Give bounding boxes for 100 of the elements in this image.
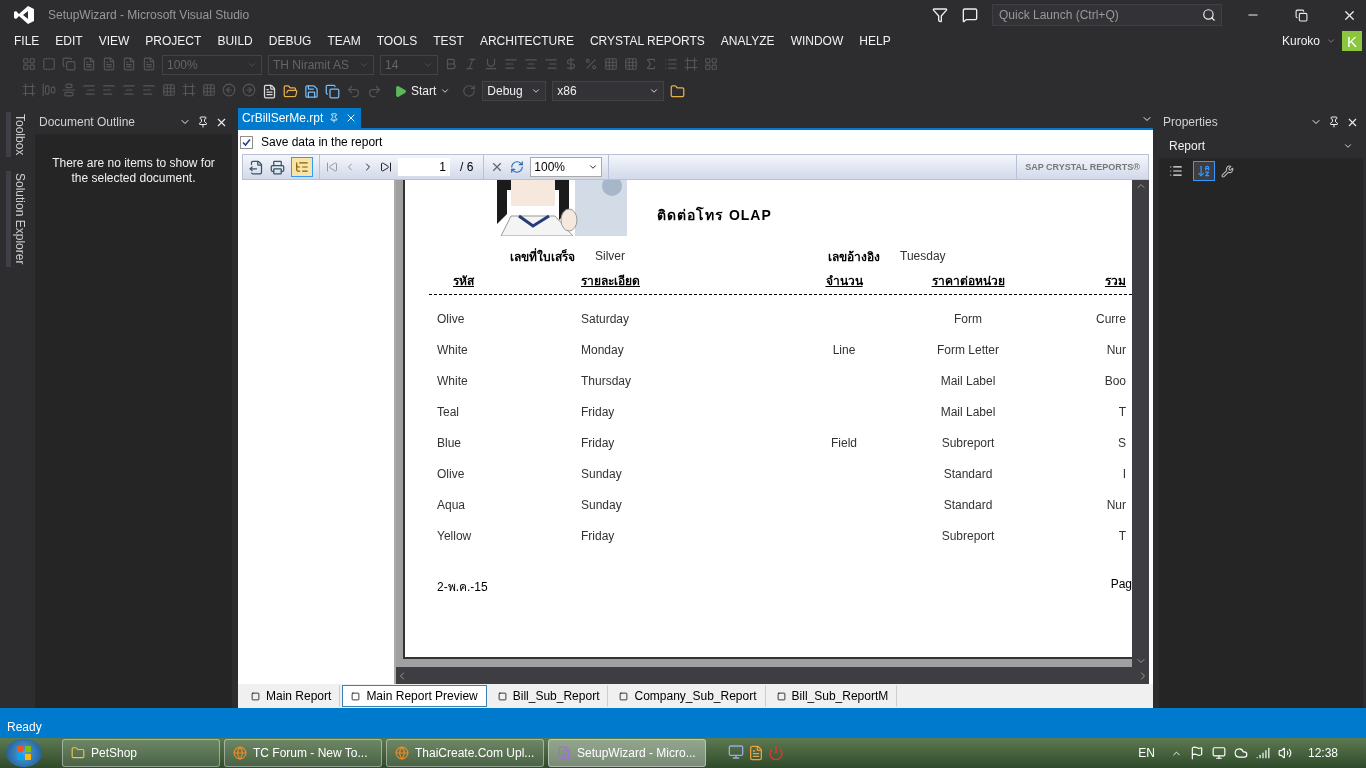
toolbar-icon[interactable]: [82, 82, 96, 97]
new-item-icon[interactable]: [262, 83, 277, 99]
toolbar-icon[interactable]: [664, 56, 678, 71]
menu-item[interactable]: TEST: [425, 34, 472, 48]
refresh-icon[interactable]: [510, 160, 525, 174]
toolbar-icon[interactable]: [182, 82, 196, 97]
taskbar-item[interactable]: PetShop: [62, 739, 220, 767]
report-tab[interactable]: Bill_Sub_ReportM: [767, 685, 898, 707]
alphabetical-button[interactable]: [1193, 161, 1215, 181]
menu-item[interactable]: BUILD: [209, 34, 261, 48]
menu-item[interactable]: TEAM: [319, 34, 369, 48]
first-page-icon[interactable]: [326, 161, 338, 173]
toolbar-icon[interactable]: [444, 56, 458, 71]
page-number-field[interactable]: 1: [398, 158, 450, 176]
toolbar-icon[interactable]: [42, 82, 56, 97]
toolbar-icon[interactable]: [142, 56, 156, 71]
report-tab[interactable]: Main Report Preview: [342, 685, 487, 707]
group-tree-button[interactable]: [291, 157, 313, 177]
platform-dropdown[interactable]: x86: [552, 81, 665, 101]
toolbar-icon[interactable]: [142, 82, 156, 97]
user-name[interactable]: Kuroko: [1281, 34, 1320, 48]
volume-icon[interactable]: [1277, 746, 1292, 760]
zoom-dropdown[interactable]: 100%: [530, 157, 603, 177]
object-dropdown[interactable]: Report: [1159, 134, 1363, 158]
toolbar-icon[interactable]: [222, 82, 236, 97]
side-tab[interactable]: Toolbox: [5, 112, 27, 158]
toolbar-icon[interactable]: [162, 82, 176, 97]
toolbar-icon[interactable]: [242, 82, 256, 97]
pinned-app-icon[interactable]: [748, 745, 764, 761]
vertical-scrollbar[interactable]: [1132, 180, 1149, 667]
quick-launch-field[interactable]: Quick Launch (Ctrl+Q): [992, 4, 1222, 26]
side-tab[interactable]: Solution Explorer: [5, 171, 27, 267]
report-tab[interactable]: Bill_Sub_Report: [488, 685, 609, 707]
toolbar-icon[interactable]: [62, 56, 76, 71]
last-page-icon[interactable]: [380, 161, 392, 173]
toolbar-icon[interactable]: [584, 56, 598, 71]
filter-icon[interactable]: [932, 7, 948, 23]
cloud-icon[interactable]: [1233, 746, 1248, 760]
menu-item[interactable]: PROJECT: [137, 34, 210, 48]
toolbar-icon[interactable]: [484, 56, 498, 71]
flag-icon[interactable]: [1189, 746, 1204, 760]
redo-icon[interactable]: [367, 83, 382, 99]
wrench-icon[interactable]: [1221, 164, 1234, 178]
save-icon[interactable]: [304, 83, 319, 99]
print-icon[interactable]: [270, 159, 285, 175]
pinned-app-icon[interactable]: [728, 743, 744, 760]
menu-item[interactable]: DEBUG: [260, 34, 320, 48]
checkbox[interactable]: [240, 135, 253, 149]
toolbar-icon[interactable]: [544, 56, 558, 71]
pin-icon[interactable]: [197, 116, 209, 128]
signal-icon[interactable]: [1255, 746, 1270, 760]
toolbar-icon[interactable]: [102, 82, 116, 97]
horizontal-scrollbar[interactable]: [396, 667, 1149, 684]
toolbar-icon[interactable]: [604, 56, 618, 71]
toolbar-icon[interactable]: [102, 56, 116, 71]
menu-item[interactable]: TOOLS: [368, 34, 426, 48]
find-folder-icon[interactable]: [670, 83, 686, 99]
menu-item[interactable]: ANALYZE: [712, 34, 783, 48]
report-tab[interactable]: Company_Sub_Report: [610, 685, 766, 707]
toolbar-icon[interactable]: [202, 82, 216, 97]
toolbar-icon[interactable]: [684, 56, 698, 71]
taskbar-item[interactable]: TC Forum - New To...: [224, 739, 382, 767]
menu-item[interactable]: ARCHITECTURE: [471, 34, 582, 48]
menu-item[interactable]: WINDOW: [782, 34, 852, 48]
toolbar-icon[interactable]: [464, 56, 478, 71]
toolbar-icon[interactable]: [524, 56, 538, 71]
save-all-icon[interactable]: [325, 83, 340, 99]
feedback-icon[interactable]: [962, 7, 978, 23]
caret-icon[interactable]: [1326, 36, 1336, 46]
configuration-dropdown[interactable]: Debug: [482, 81, 547, 101]
start-button[interactable]: [6, 739, 42, 767]
toolbar-icon[interactable]: [22, 82, 36, 97]
menu-item[interactable]: EDIT: [47, 34, 91, 48]
menu-item[interactable]: CRYSTAL REPORTS: [581, 34, 713, 48]
search-icon[interactable]: [1202, 8, 1216, 22]
monitor-icon[interactable]: [1211, 746, 1226, 760]
export-icon[interactable]: [249, 159, 264, 175]
power-icon[interactable]: [768, 745, 784, 761]
start-button[interactable]: Start: [388, 83, 457, 99]
toolbar-icon[interactable]: [644, 56, 658, 71]
report-tab[interactable]: Main Report: [242, 685, 341, 707]
menu-item[interactable]: HELP: [851, 34, 899, 48]
toolbar-icon[interactable]: [122, 82, 136, 97]
toolbar-icon[interactable]: [504, 56, 518, 71]
menu-item[interactable]: VIEW: [90, 34, 138, 48]
clock[interactable]: 12:38: [1307, 746, 1338, 760]
toolbar-icon[interactable]: [62, 82, 76, 97]
toolbar-icon[interactable]: [22, 56, 36, 71]
menu-item[interactable]: FILE: [6, 34, 48, 48]
toolbar-icon[interactable]: [704, 56, 718, 71]
taskbar-item[interactable]: ThaiCreate.Com Upl...: [386, 739, 544, 767]
toolbar-icon[interactable]: [624, 56, 638, 71]
toolbar-icon[interactable]: [82, 56, 96, 71]
toolbar-icon[interactable]: [122, 56, 136, 71]
toolbar-icon[interactable]: [42, 56, 56, 71]
pin-icon[interactable]: [1328, 116, 1340, 128]
language-indicator[interactable]: EN: [1138, 746, 1155, 760]
open-folder-icon[interactable]: [283, 83, 298, 99]
toolbar-icon[interactable]: [564, 56, 578, 71]
undo-icon[interactable]: [346, 83, 361, 99]
